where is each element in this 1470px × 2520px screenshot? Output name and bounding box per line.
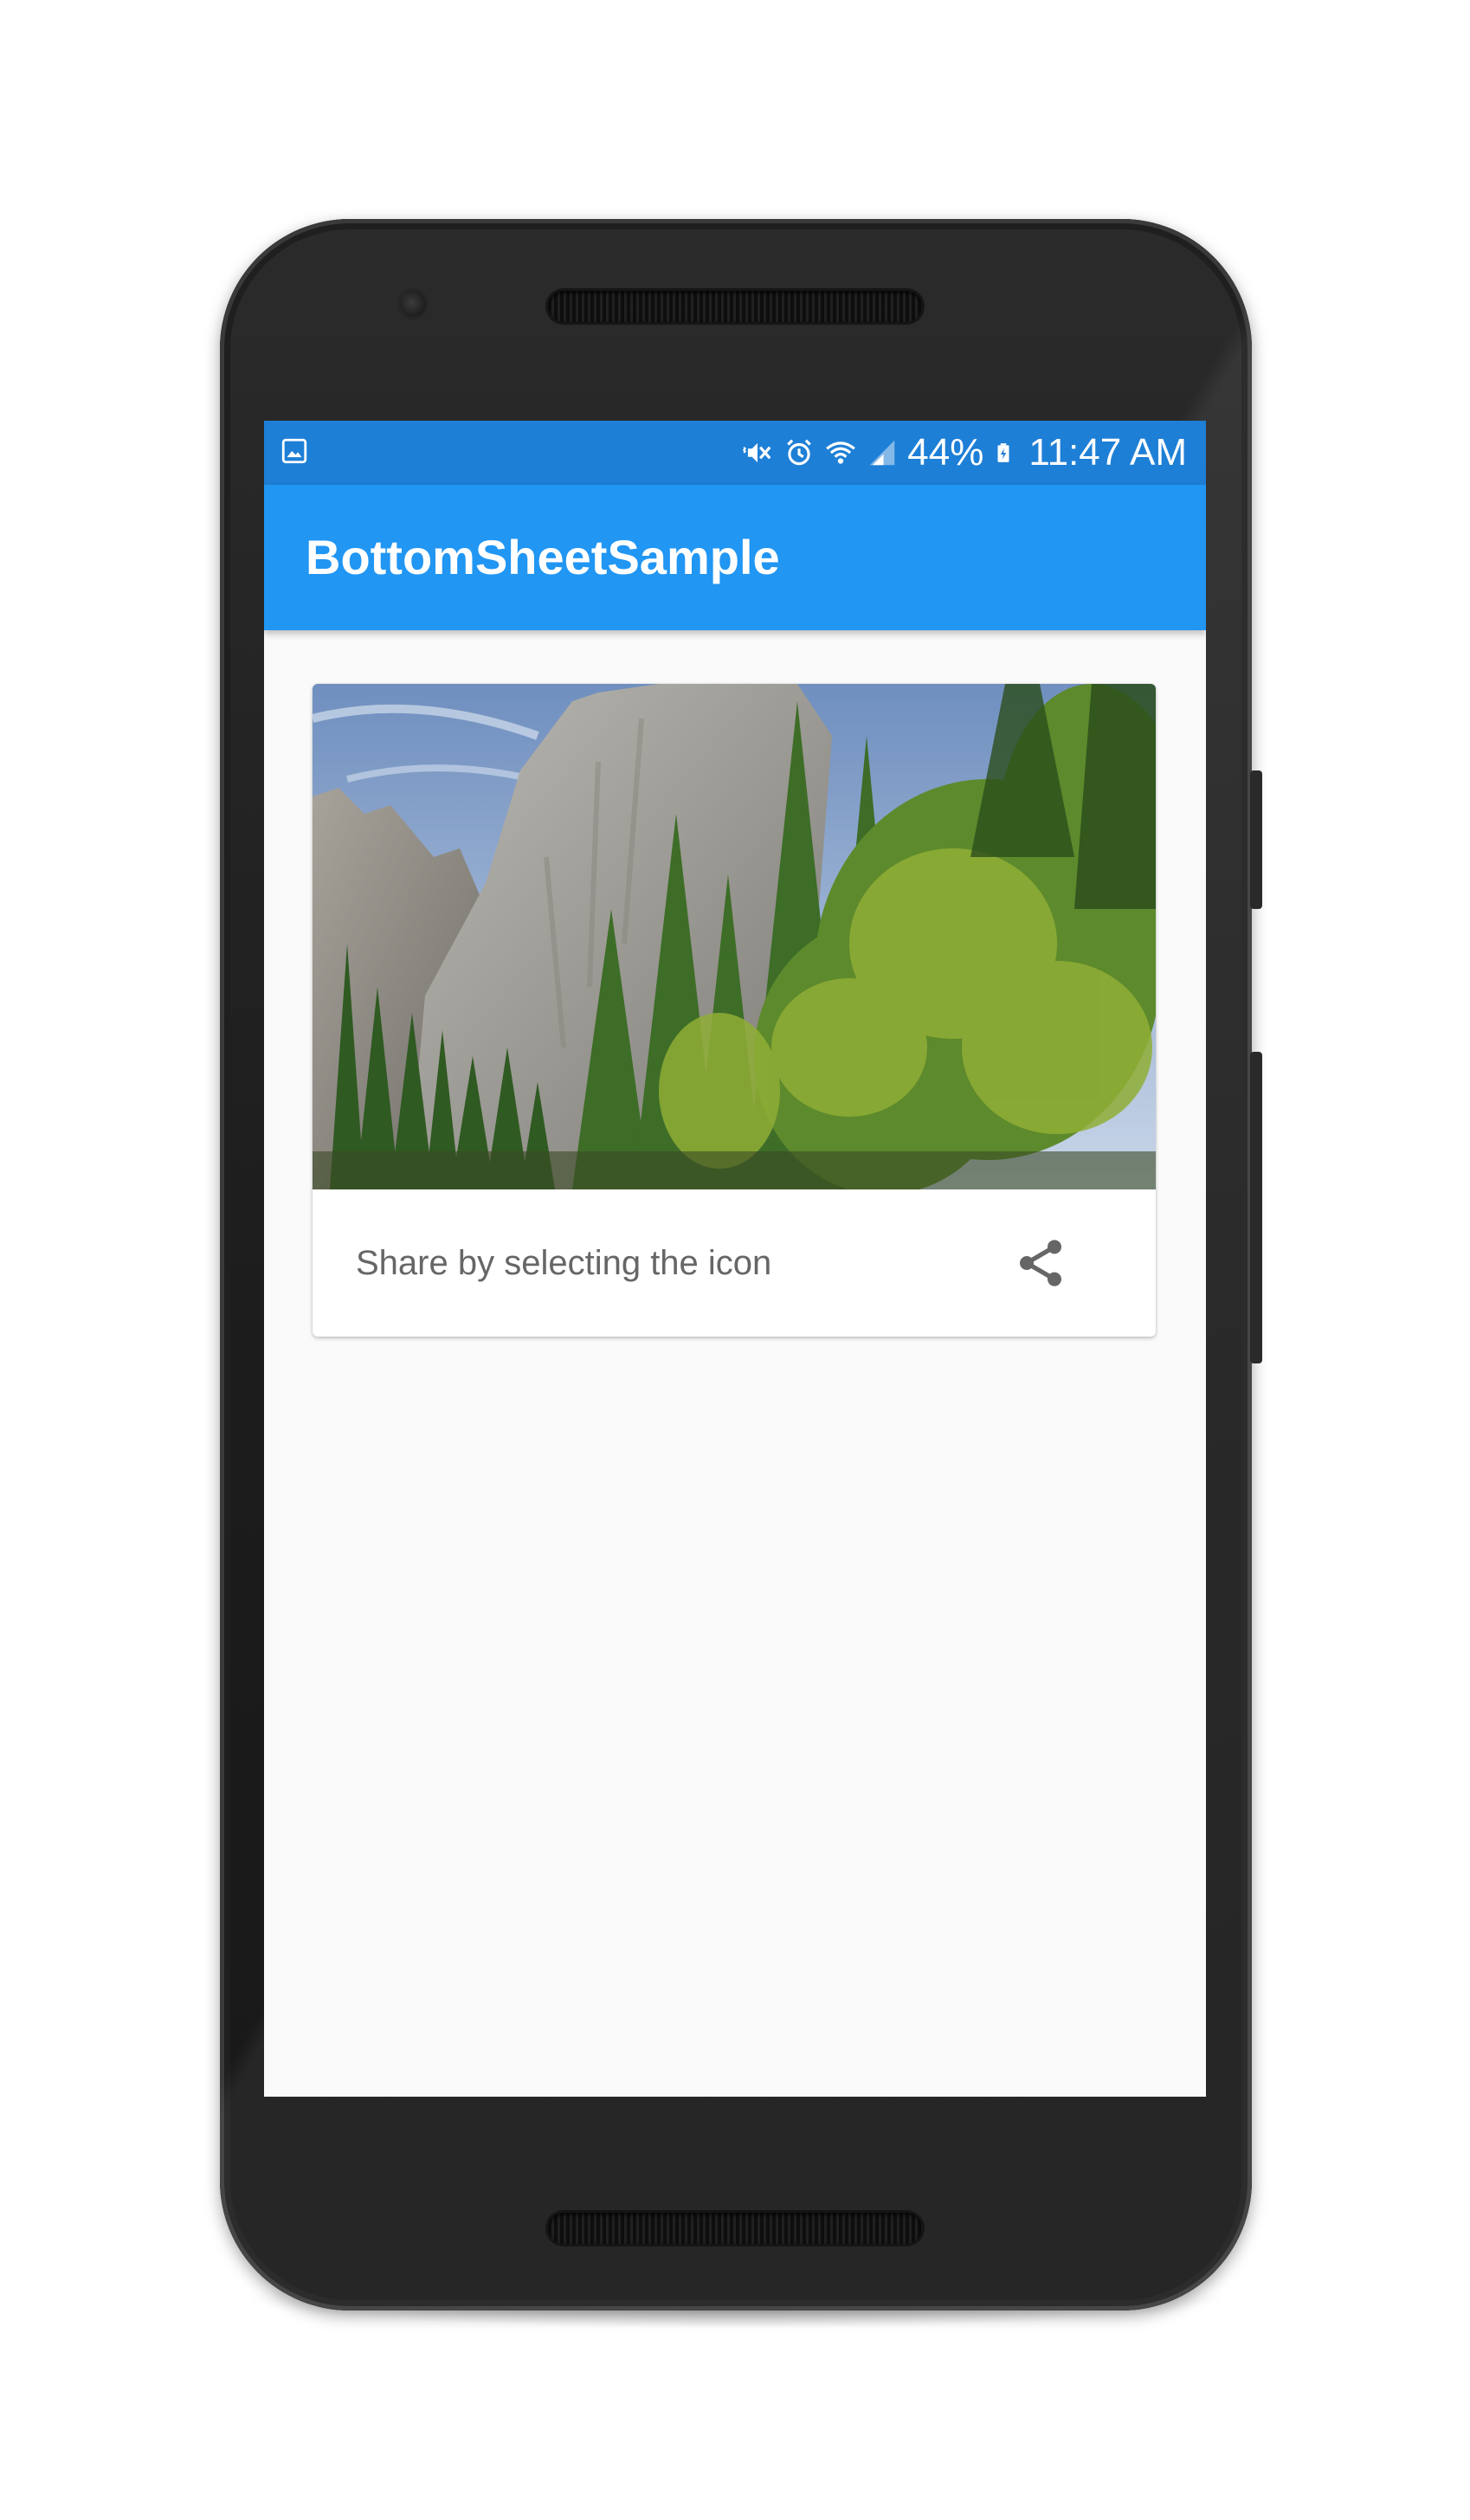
wifi-icon bbox=[826, 441, 856, 464]
share-icon bbox=[1020, 1240, 1061, 1286]
signal-icon bbox=[870, 440, 895, 466]
app-screen: 44% 11:47 AM BottomSheetSample Share by … bbox=[264, 421, 1206, 2097]
top-speaker bbox=[548, 291, 922, 322]
app-bar: BottomSheetSample bbox=[264, 485, 1206, 630]
status-time: 11:47 AM bbox=[1028, 431, 1187, 474]
power-button bbox=[1250, 770, 1262, 909]
status-bar: 44% 11:47 AM bbox=[264, 421, 1206, 485]
card-caption: Share by selecting the icon bbox=[356, 1244, 772, 1282]
share-button[interactable] bbox=[1005, 1228, 1076, 1299]
gallery-icon bbox=[281, 438, 307, 464]
app-title: BottomSheetSample bbox=[306, 530, 780, 584]
status-icons: 44% 11:47 AM bbox=[741, 421, 1187, 485]
volume-button bbox=[1250, 1052, 1262, 1363]
landscape-photo bbox=[313, 684, 1156, 1189]
mute-vibrate-icon bbox=[743, 442, 771, 463]
front-camera bbox=[400, 291, 426, 317]
alarm-icon bbox=[787, 439, 812, 466]
battery-charging-icon bbox=[997, 443, 1009, 462]
bottom-speaker bbox=[548, 2213, 922, 2244]
image-card: Share by selecting the icon bbox=[313, 684, 1156, 1337]
battery-percent: 44% bbox=[907, 431, 984, 474]
